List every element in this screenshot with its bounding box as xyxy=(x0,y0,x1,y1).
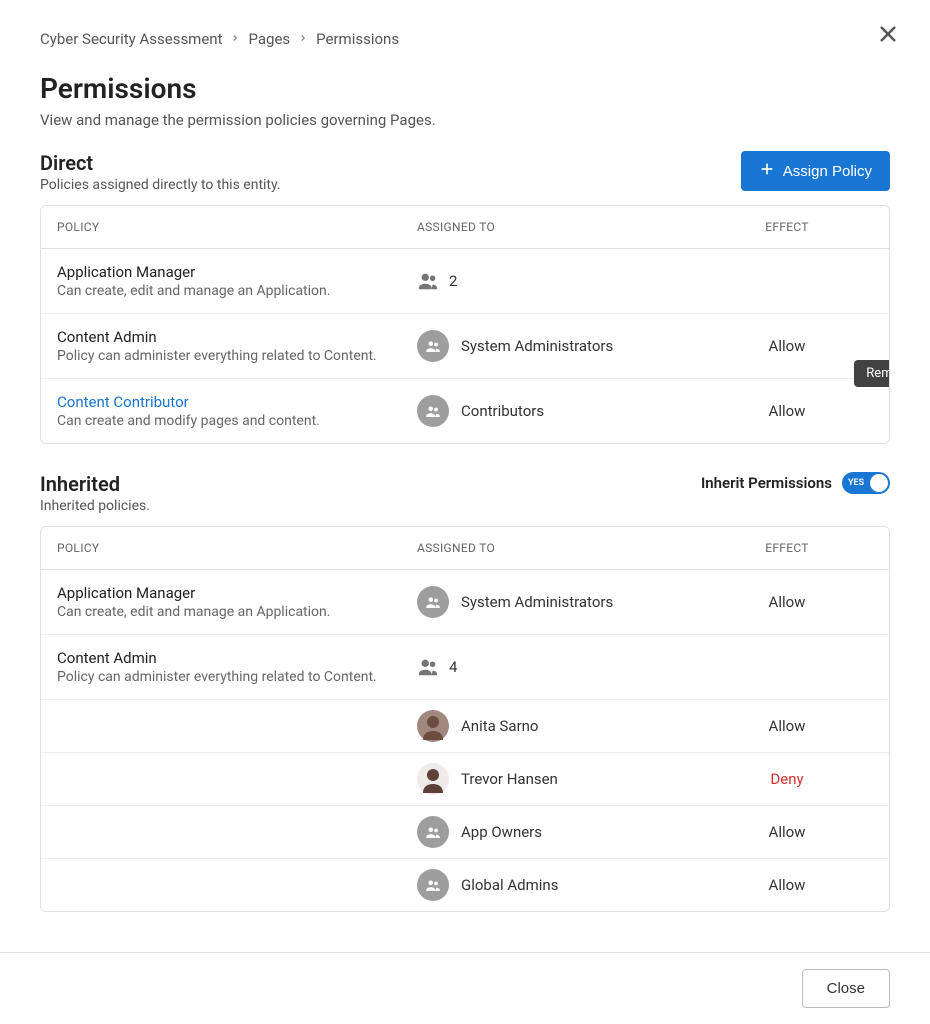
effect-value: Allow xyxy=(727,717,847,735)
people-icon: 4 xyxy=(417,656,457,678)
effect-value: Deny xyxy=(727,770,847,788)
effect-value: Allow xyxy=(727,402,847,420)
inherit-permissions-toggle[interactable]: YES xyxy=(842,472,890,494)
direct-section-title: Direct xyxy=(40,151,281,175)
dialog-footer: Close xyxy=(0,952,930,1024)
avatar xyxy=(417,710,449,742)
table-subrow: App Owners Allow xyxy=(41,806,889,859)
effect-value: Allow xyxy=(727,593,847,611)
table-subrow: Anita Sarno Allow xyxy=(41,700,889,753)
people-icon: 2 xyxy=(417,270,457,292)
table-subrow: Global Admins Allow xyxy=(41,859,889,911)
effect-value: Allow xyxy=(727,876,847,894)
group-icon xyxy=(417,330,449,362)
assigned-group: Global Admins xyxy=(461,876,558,894)
trash-icon[interactable]: Remove xyxy=(889,400,890,422)
policy-name-link[interactable]: Content Contributor xyxy=(57,393,417,411)
page-subtitle: View and manage the permission policies … xyxy=(40,111,890,129)
effect-value: Allow xyxy=(727,823,847,841)
page-title: Permissions xyxy=(40,72,890,105)
policy-desc: Can create, edit and manage an Applicati… xyxy=(57,604,417,620)
breadcrumb-item: Permissions xyxy=(316,30,399,48)
group-icon xyxy=(417,869,449,901)
assigned-user: Trevor Hansen xyxy=(461,770,558,788)
column-header-policy: POLICY xyxy=(57,220,417,234)
table-row: Content Contributor Can create and modif… xyxy=(41,379,889,443)
policy-name: Content Admin xyxy=(57,328,417,346)
direct-policies-table: POLICY ASSIGNED TO EFFECT Application Ma… xyxy=(40,205,890,444)
policy-desc: Can create and modify pages and content. xyxy=(57,413,417,429)
chevron-right-icon xyxy=(230,32,240,46)
assigned-user: Anita Sarno xyxy=(461,717,539,735)
assigned-group: Contributors xyxy=(461,402,544,420)
column-header-policy: POLICY xyxy=(57,541,417,555)
group-icon xyxy=(417,395,449,427)
policy-desc: Policy can administer everything related… xyxy=(57,669,417,685)
policy-name: Application Manager xyxy=(57,263,417,281)
group-icon xyxy=(417,816,449,848)
assigned-count: 4 xyxy=(449,658,457,676)
chevron-down-icon[interactable] xyxy=(887,269,890,293)
policy-name: Application Manager xyxy=(57,584,417,602)
assigned-count: 2 xyxy=(449,272,457,290)
policy-desc: Policy can administer everything related… xyxy=(57,348,417,364)
column-header-assigned-to: ASSIGNED TO xyxy=(417,220,727,234)
assigned-group: App Owners xyxy=(461,823,542,841)
table-row: Content Admin Policy can administer ever… xyxy=(41,635,889,700)
close-icon[interactable] xyxy=(876,22,904,50)
plus-icon xyxy=(759,161,775,181)
column-header-assigned-to: ASSIGNED TO xyxy=(417,541,727,555)
policy-name: Content Admin xyxy=(57,649,417,667)
breadcrumb-item[interactable]: Cyber Security Assessment xyxy=(40,30,222,48)
group-icon xyxy=(417,586,449,618)
table-subrow: Trevor Hansen Deny xyxy=(41,753,889,806)
close-button[interactable]: Close xyxy=(802,969,890,1008)
inherited-policies-table: POLICY ASSIGNED TO EFFECT Application Ma… xyxy=(40,526,890,912)
direct-section-subtitle: Policies assigned directly to this entit… xyxy=(40,177,281,193)
inherited-section-subtitle: Inherited policies. xyxy=(40,498,150,514)
chevron-right-icon xyxy=(298,32,308,46)
breadcrumb-item[interactable]: Pages xyxy=(248,30,290,48)
table-row: Content Admin Policy can administer ever… xyxy=(41,314,889,379)
inherited-section-title: Inherited xyxy=(40,472,150,496)
assign-policy-button[interactable]: Assign Policy xyxy=(741,151,890,191)
column-header-effect: EFFECT xyxy=(727,220,847,234)
table-row: Application Manager Can create, edit and… xyxy=(41,570,889,635)
inherit-permissions-label: Inherit Permissions xyxy=(701,474,832,492)
avatar xyxy=(417,763,449,795)
breadcrumb: Cyber Security Assessment Pages Permissi… xyxy=(40,30,890,48)
remove-tooltip: Remove xyxy=(854,360,890,387)
effect-value: Allow xyxy=(727,337,847,355)
assigned-group: System Administrators xyxy=(461,337,613,355)
column-header-effect: EFFECT xyxy=(727,541,847,555)
table-row: Application Manager Can create, edit and… xyxy=(41,249,889,314)
assigned-group: System Administrators xyxy=(461,593,613,611)
policy-desc: Can create, edit and manage an Applicati… xyxy=(57,283,417,299)
chevron-up-icon[interactable] xyxy=(887,655,890,679)
